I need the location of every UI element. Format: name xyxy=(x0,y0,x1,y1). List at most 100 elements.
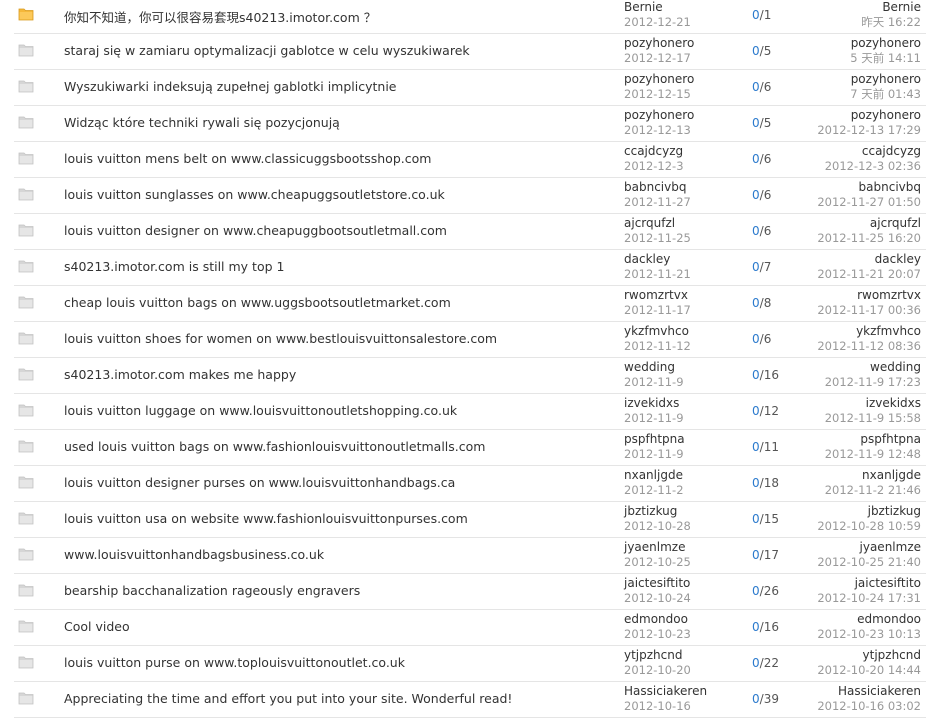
author-name-link[interactable]: Bernie xyxy=(624,0,744,15)
last-post-time-link[interactable]: 2012-11-25 16:20 xyxy=(781,231,921,246)
last-post-time-link[interactable]: 2012-12-13 17:29 xyxy=(781,123,921,138)
last-poster-link[interactable]: wedding xyxy=(781,360,921,375)
last-post-time-link[interactable]: 2012-11-27 01:50 xyxy=(781,195,921,210)
last-poster-link[interactable]: rwomzrtvx xyxy=(781,288,921,303)
author-name-link[interactable]: izvekidxs xyxy=(624,396,744,411)
last-poster-link[interactable]: nxanljgde xyxy=(781,468,921,483)
last-poster-link[interactable]: pozyhonero xyxy=(781,72,921,87)
author-name-link[interactable]: pozyhonero xyxy=(624,72,744,87)
author-name-link[interactable]: jbztizkug xyxy=(624,504,744,519)
thread-title-link[interactable]: Wyszukiwarki indeksują zupełnej gablotki… xyxy=(64,79,397,94)
last-poster-link[interactable]: edmondoo xyxy=(781,612,921,627)
last-poster-link[interactable]: pozyhonero xyxy=(781,36,921,51)
author-name-link[interactable]: babncivbq xyxy=(624,180,744,195)
last-post-time-link[interactable]: 2012-10-23 10:13 xyxy=(781,627,921,642)
last-poster-link[interactable]: babncivbq xyxy=(781,180,921,195)
thread-title-link[interactable]: Cool video xyxy=(64,619,130,634)
thread-title-link[interactable]: louis vuitton designer purses on www.lou… xyxy=(64,475,455,490)
thread-title-link[interactable]: s40213.imotor.com makes me happy xyxy=(64,367,296,382)
thread-title-link[interactable]: louis vuitton purse on www.toplouisvuitt… xyxy=(64,655,405,670)
last-post-time-link[interactable]: 2012-10-24 17:31 xyxy=(781,591,921,606)
author-name-link[interactable]: pspfhtpna xyxy=(624,432,744,447)
thread-title-link[interactable]: 你知不知道，你可以很容易套現s40213.imotor.com ？ xyxy=(64,7,376,26)
view-count: 16 xyxy=(763,368,779,382)
last-poster-link[interactable]: ccajdcyzg xyxy=(781,144,921,159)
thread-title-link[interactable]: louis vuitton usa on website www.fashion… xyxy=(64,511,468,526)
author-name-link[interactable]: jyaenlmze xyxy=(624,540,744,555)
last-poster-link[interactable]: jaictesiftito xyxy=(781,576,921,591)
author-name-link[interactable]: nxanljgde xyxy=(624,468,744,483)
author-name-link[interactable]: wedding xyxy=(624,360,744,375)
last-poster-link[interactable]: pozyhonero xyxy=(781,108,921,123)
author-name-link[interactable]: jaictesiftito xyxy=(624,576,744,591)
reply-count: 0 xyxy=(752,512,760,526)
last-post-time-link[interactable]: 2012-12-3 02:36 xyxy=(781,159,921,174)
author-name-link[interactable]: dackley xyxy=(624,252,744,267)
last-post-time-link[interactable]: 7 天前 01:43 xyxy=(781,87,921,102)
last-post-time-link[interactable]: 2012-11-12 08:36 xyxy=(781,339,921,354)
author-name-link[interactable]: ccajdcyzg xyxy=(624,144,744,159)
thread-row: louis vuitton designer purses on www.lou… xyxy=(14,466,926,502)
post-date: 2012-12-21 xyxy=(624,15,691,29)
last-post-time-link[interactable]: 2012-11-17 00:36 xyxy=(781,303,921,318)
last-post-time-link[interactable]: 2012-10-20 14:44 xyxy=(781,663,921,678)
post-date: 2012-11-27 xyxy=(624,195,691,209)
author-name-link[interactable]: ytjpzhcnd xyxy=(624,648,744,663)
thread-title-link[interactable]: louis vuitton designer on www.cheapuggbo… xyxy=(64,223,447,238)
view-count: 5 xyxy=(763,116,772,130)
last-poster-link[interactable]: ajcrqufzl xyxy=(781,216,921,231)
post-date: 2012-10-25 xyxy=(624,555,691,569)
last-post-time-link[interactable]: 2012-11-21 20:07 xyxy=(781,267,921,282)
thread-title-link[interactable]: louis vuitton sunglasses on www.cheapugg… xyxy=(64,187,445,202)
thread-row: Widząc które techniki rywali się pozycjo… xyxy=(14,106,926,142)
reply-count: 0 xyxy=(752,296,760,310)
thread-title-link[interactable]: s40213.imotor.com is still my top 1 xyxy=(64,259,284,274)
author-name-link[interactable]: pozyhonero xyxy=(624,36,744,51)
last-poster-link[interactable]: izvekidxs xyxy=(781,396,921,411)
last-poster-link[interactable]: Hassiciakeren xyxy=(781,684,921,699)
last-post-time-link[interactable]: 2012-11-9 12:48 xyxy=(781,447,921,462)
thread-title-link[interactable]: bearship bacchanalization rageously engr… xyxy=(64,583,360,598)
last-poster-link[interactable]: ykzfmvhco xyxy=(781,324,921,339)
thread-title-link[interactable]: Widząc które techniki rywali się pozycjo… xyxy=(64,115,340,130)
author-name-link[interactable]: rwomzrtvx xyxy=(624,288,744,303)
last-poster-link[interactable]: jyaenlmze xyxy=(781,540,921,555)
post-date: 2012-11-9 xyxy=(624,411,684,425)
thread-title-link[interactable]: louis vuitton mens belt on www.classicug… xyxy=(64,151,431,166)
thread-title-link[interactable]: cheap louis vuitton bags on www.uggsboot… xyxy=(64,295,451,310)
thread-title-link[interactable]: www.louisvuittonhandbagsbusiness.co.uk xyxy=(64,547,324,562)
last-post-time-link[interactable]: 5 天前 14:11 xyxy=(781,51,921,66)
author-name-link[interactable]: pozyhonero xyxy=(624,108,744,123)
thread-author: pozyhonero 2012-12-13 xyxy=(624,108,744,138)
thread-author: ajcrqufzl 2012-11-25 xyxy=(624,216,744,246)
last-poster-link[interactable]: Bernie xyxy=(781,0,921,15)
thread-title-link[interactable]: louis vuitton luggage on www.louisvuitto… xyxy=(64,403,457,418)
last-poster-link[interactable]: pspfhtpna xyxy=(781,432,921,447)
last-post: jaictesiftito 2012-10-24 17:31 xyxy=(781,576,921,606)
thread-author: wedding 2012-11-9 xyxy=(624,360,744,390)
last-post: ajcrqufzl 2012-11-25 16:20 xyxy=(781,216,921,246)
author-name-link[interactable]: ykzfmvhco xyxy=(624,324,744,339)
thread-row: Cool video edmondoo 2012-10-23 0/16 edmondoo… xyxy=(14,610,926,646)
thread-title-link[interactable]: Appreciating the time and effort you put… xyxy=(64,691,512,706)
last-post-time-link[interactable]: 2012-11-2 21:46 xyxy=(781,483,921,498)
view-count: 18 xyxy=(763,476,779,490)
author-name-link[interactable]: Hassiciakeren xyxy=(624,684,744,699)
last-post: pspfhtpna 2012-11-9 12:48 xyxy=(781,432,921,462)
thread-title-link[interactable]: staraj się w zamiaru optymalizacji gablo… xyxy=(64,43,470,58)
thread-title-link[interactable]: used louis vuitton bags on www.fashionlo… xyxy=(64,439,485,454)
last-poster-link[interactable]: dackley xyxy=(781,252,921,267)
last-poster-link[interactable]: ytjpzhcnd xyxy=(781,648,921,663)
last-post-time-link[interactable]: 昨天 16:22 xyxy=(781,15,921,30)
last-poster-link[interactable]: jbztizkug xyxy=(781,504,921,519)
author-name-link[interactable]: ajcrqufzl xyxy=(624,216,744,231)
last-post-time-link[interactable]: 2012-11-9 17:23 xyxy=(781,375,921,390)
author-name-link[interactable]: edmondoo xyxy=(624,612,744,627)
last-post-time-link[interactable]: 2012-10-28 10:59 xyxy=(781,519,921,534)
reply-count: 0 xyxy=(752,692,760,706)
last-post-time-link[interactable]: 2012-10-16 03:02 xyxy=(781,699,921,714)
thread-title-link[interactable]: louis vuitton shoes for women on www.bes… xyxy=(64,331,497,346)
last-post-time-link[interactable]: 2012-11-9 15:58 xyxy=(781,411,921,426)
last-post-time-link[interactable]: 2012-10-25 21:40 xyxy=(781,555,921,570)
folder-icon xyxy=(18,187,34,201)
